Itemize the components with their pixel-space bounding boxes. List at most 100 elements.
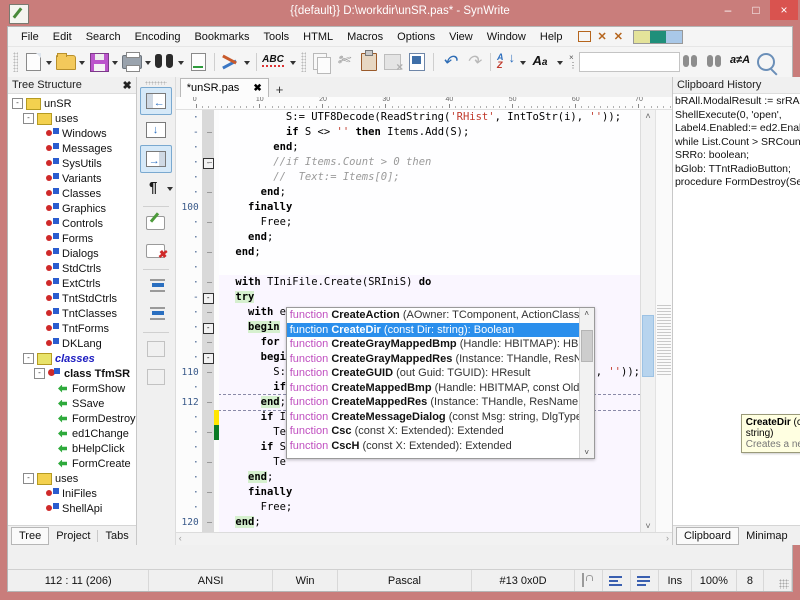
tree-node[interactable]: FormShow: [8, 381, 136, 396]
find-button[interactable]: [153, 50, 177, 74]
maximize-button[interactable]: □: [742, 0, 770, 20]
editor-horizontal-scrollbar[interactable]: ‹ ›: [176, 532, 672, 545]
tree-node[interactable]: ShellApi: [8, 501, 136, 516]
code-line[interactable]: Free;: [219, 500, 640, 515]
menu-file[interactable]: File: [14, 29, 46, 45]
find-next-button[interactable]: [704, 50, 728, 74]
status-zoom[interactable]: 100%: [692, 570, 737, 591]
close-search-icon[interactable]: ×⋮: [569, 54, 577, 70]
code-line[interactable]: end;: [219, 140, 640, 155]
outdent-button[interactable]: [141, 301, 171, 327]
tree-node[interactable]: TntForms: [8, 321, 136, 336]
print-dropdown[interactable]: [144, 50, 153, 74]
save-file-button[interactable]: [87, 50, 111, 74]
font-button[interactable]: Aa: [528, 50, 556, 74]
status-wrap-toggle[interactable]: [603, 570, 631, 591]
spellcheck-button[interactable]: ABC: [261, 50, 289, 74]
tree-collapse-toggle[interactable]: -: [34, 368, 45, 379]
show-pilcrow-button[interactable]: ¶: [141, 175, 171, 201]
menu-window[interactable]: Window: [480, 29, 533, 45]
close-button[interactable]: ×: [770, 0, 798, 20]
code-line[interactable]: end;: [219, 245, 640, 260]
tree-node[interactable]: Dialogs: [8, 246, 136, 261]
status-align-toggle[interactable]: [631, 570, 659, 591]
redo-button[interactable]: ↷: [462, 50, 486, 74]
autocomplete-item[interactable]: function CreateGrayMappedBmp (Handle: HB…: [287, 337, 579, 352]
tab-minimap[interactable]: Minimap: [739, 528, 795, 544]
tree-view[interactable]: -unSR-usesWindowsMessagesSysUtilsVariant…: [8, 94, 136, 525]
tree-node[interactable]: Messages: [8, 141, 136, 156]
spellcheck-dropdown[interactable]: [289, 50, 298, 74]
status-tab-size[interactable]: 8: [737, 570, 765, 591]
autocomplete-item[interactable]: function CreateMappedBmp (Handle: HBITMA…: [287, 381, 579, 396]
autocomplete-item[interactable]: function CreateMappedRes (Instance: THan…: [287, 395, 579, 410]
scroll-left-icon[interactable]: ‹: [179, 533, 182, 543]
status-char-code[interactable]: #13 0x0D: [472, 570, 576, 591]
menu-view[interactable]: View: [442, 29, 480, 45]
autocomplete-popup[interactable]: function CreateAction (AOwner: TComponen…: [286, 307, 595, 459]
open-file-button[interactable]: [54, 50, 78, 74]
code-line[interactable]: try: [219, 290, 640, 305]
window-resize-grip[interactable]: [779, 579, 789, 589]
editor-tab-unsr[interactable]: *unSR.pas ✖: [180, 78, 269, 97]
minimize-button[interactable]: –: [714, 0, 742, 20]
open-file-dropdown[interactable]: [78, 50, 87, 74]
autocomplete-list[interactable]: function CreateAction (AOwner: TComponen…: [287, 308, 579, 458]
fold-gutter[interactable]: ------: [202, 110, 214, 532]
clipboard-item[interactable]: procedure FormDestroy(Sende: [675, 176, 800, 190]
menu-options[interactable]: Options: [390, 29, 442, 45]
autocomplete-scrollbar[interactable]: ˄ ˅: [579, 308, 594, 458]
code-line[interactable]: finally: [219, 200, 640, 215]
tree-collapse-toggle[interactable]: -: [23, 473, 34, 484]
tree-node[interactable]: TntStdCtrls: [8, 291, 136, 306]
side-toolbar-grip[interactable]: [145, 81, 167, 85]
clipboard-item[interactable]: while List.Count > SRCount do: [675, 136, 800, 150]
tree-node[interactable]: FormDestroy: [8, 411, 136, 426]
tree-node[interactable]: Classes: [8, 186, 136, 201]
autocomplete-item[interactable]: function Csc (const X: Extended): Extend…: [287, 424, 579, 439]
scroll-up-icon[interactable]: ˄: [641, 111, 655, 121]
menu-bookmarks[interactable]: Bookmarks: [187, 29, 256, 45]
toolbar-grip[interactable]: [13, 52, 18, 72]
tree-node[interactable]: -uses: [8, 111, 136, 126]
tree-node[interactable]: TntClasses: [8, 306, 136, 321]
menu-help[interactable]: Help: [533, 29, 570, 45]
font-dropdown[interactable]: [556, 50, 565, 74]
toolbar-grip-2[interactable]: [301, 52, 306, 72]
swatch-2[interactable]: [650, 31, 666, 43]
new-file-button[interactable]: [21, 50, 45, 74]
delete-button[interactable]: [381, 50, 405, 74]
tree-node[interactable]: Windows: [8, 126, 136, 141]
clipboard-item[interactable]: bRAll.ModalResult := srRAll;: [675, 95, 800, 109]
menu-html[interactable]: HTML: [296, 29, 340, 45]
color-swatches[interactable]: [633, 30, 683, 44]
code-line[interactable]: [219, 260, 640, 275]
status-line-ends[interactable]: Win: [273, 570, 338, 591]
tree-node[interactable]: -unSR: [8, 96, 136, 111]
status-encoding[interactable]: ANSI: [149, 570, 273, 591]
fold-box[interactable]: -: [203, 353, 214, 364]
status-lexer[interactable]: Pascal: [338, 570, 471, 591]
show-right-panel-button[interactable]: →: [140, 145, 172, 173]
scroll-right-icon[interactable]: ›: [666, 533, 669, 543]
cut-button[interactable]: ✄: [333, 50, 357, 74]
code-line[interactable]: //if Items.Count > 0 then: [219, 155, 640, 170]
tree-node[interactable]: -class TfmSR: [8, 366, 136, 381]
autocomplete-item[interactable]: function CreateMessageDialog (const Msg:…: [287, 410, 579, 425]
search-input[interactable]: [579, 52, 680, 72]
tab-rect-icon[interactable]: [578, 31, 591, 42]
tab-clipboard[interactable]: Clipboard: [676, 527, 739, 545]
fold-box[interactable]: -: [203, 293, 214, 304]
autocomplete-scroll-up-icon[interactable]: ˄: [580, 309, 594, 318]
clipboard-item[interactable]: Label4.Enabled:= ed2.Enabled;: [675, 122, 800, 136]
sort-button[interactable]: AZ↓: [495, 50, 519, 74]
case-sensitive-button[interactable]: a≠A: [728, 50, 754, 74]
sort-dropdown[interactable]: [519, 50, 528, 74]
tree-panel-close-icon[interactable]: ✖: [123, 79, 132, 92]
menu-encoding[interactable]: Encoding: [128, 29, 188, 45]
menu-search[interactable]: Search: [79, 29, 128, 45]
show-bottom-panel-button[interactable]: ↓: [141, 117, 171, 143]
code-line[interactable]: Free;: [219, 215, 640, 230]
tools-button[interactable]: [219, 50, 243, 74]
table-rows-button[interactable]: [141, 336, 171, 362]
